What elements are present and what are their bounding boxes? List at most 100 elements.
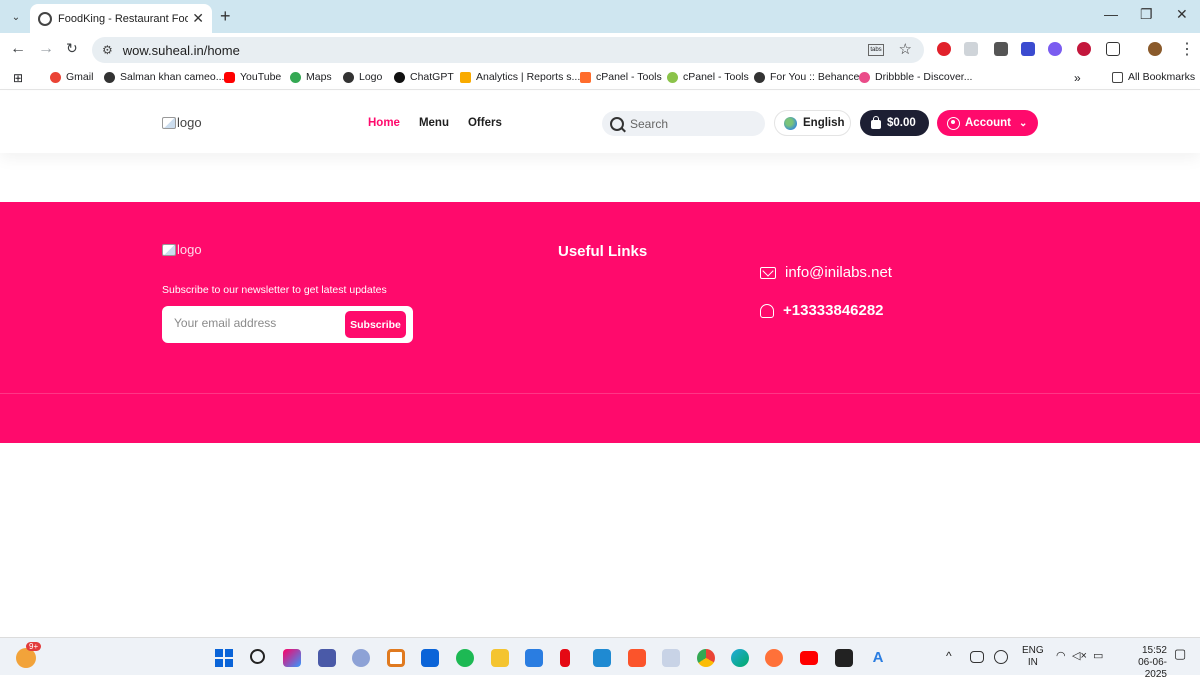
weather-icon[interactable] (16, 648, 36, 668)
footer-divider (0, 393, 1200, 394)
all-bookmarks-button[interactable]: All Bookmarks (1112, 71, 1195, 83)
browser-tab-strip: ⌄ FoodKing - Restaurant Food Or ✕ + — ❐ … (0, 0, 1200, 33)
cart-button[interactable]: $0.00 (860, 110, 929, 136)
edge-icon[interactable] (731, 649, 749, 667)
bookmark-cpanel-1[interactable]: cPanel - Tools (580, 71, 662, 83)
user-icon (947, 116, 960, 130)
search-box[interactable] (602, 111, 765, 136)
bookmark-youtube[interactable]: YouTube (224, 71, 281, 83)
newsletter-text: Subscribe to our newsletter to get lates… (162, 284, 387, 296)
bookmark-dribbble[interactable]: Dribbble - Discover... (859, 71, 972, 83)
bookmark-star-icon[interactable]: ☆ (899, 40, 912, 58)
subscribe-button[interactable]: Subscribe (345, 311, 406, 338)
tab-search-button[interactable]: ⌄ (6, 7, 26, 27)
tray-chevron-up-icon[interactable]: ^ (946, 650, 952, 662)
back-icon[interactable]: ← (10, 40, 26, 58)
apps-grid-icon[interactable]: ⊞ (13, 71, 23, 85)
vscode-icon[interactable] (593, 649, 611, 667)
header-logo[interactable]: logo (162, 115, 202, 130)
spotify-icon[interactable] (456, 649, 474, 667)
youtube-icon[interactable] (800, 651, 818, 665)
browser-menu-icon[interactable]: ⋮ (1179, 39, 1195, 59)
cloud-icon[interactable] (970, 651, 984, 663)
bookmarks-overflow-icon[interactable]: » (1074, 71, 1081, 85)
netflix-icon[interactable] (560, 649, 570, 667)
close-tab-icon[interactable]: ✕ (192, 10, 204, 27)
bookmark-salman[interactable]: Salman khan cameo... (104, 71, 224, 83)
search-icon (610, 116, 624, 131)
app-icon[interactable] (525, 649, 543, 667)
start-windows-icon[interactable] (215, 649, 233, 667)
restore-icon[interactable]: ❐ (1140, 6, 1153, 23)
profile-avatar[interactable] (1148, 42, 1162, 56)
chrome-icon[interactable] (697, 649, 715, 667)
extension-icon[interactable] (1048, 42, 1062, 56)
brave-icon[interactable] (628, 649, 646, 667)
nav-offers[interactable]: Offers (468, 117, 502, 129)
chevron-down-icon: ⌄ (1019, 117, 1028, 129)
globe-icon (784, 116, 797, 130)
contact-phone[interactable]: +13333846282 (760, 302, 884, 319)
app-icon[interactable] (835, 649, 853, 667)
search-input[interactable] (630, 116, 750, 131)
bookmark-cpanel-2[interactable]: cPanel - Tools (667, 71, 749, 83)
account-button[interactable]: Account ⌄ (937, 110, 1038, 136)
minimize-icon[interactable]: — (1104, 6, 1118, 22)
address-bar[interactable]: ⚙ wow.suheal.in/home tabs ☆ (92, 37, 924, 63)
extension-icon[interactable] (994, 42, 1008, 56)
bookmarks-bar: ⊞ Gmail Salman khan cameo... YouTube Map… (0, 66, 1200, 90)
notepad-icon[interactable] (662, 649, 680, 667)
language-label: English (803, 117, 845, 129)
outlook-icon[interactable] (421, 649, 439, 667)
site-info-icon[interactable]: ⚙ (102, 43, 113, 57)
close-window-icon[interactable]: ✕ (1176, 6, 1188, 23)
search-icon[interactable] (250, 649, 265, 664)
browser-tab-active[interactable]: FoodKing - Restaurant Food Or ✕ (30, 4, 212, 33)
battery-icon[interactable]: ▭ (1093, 650, 1103, 662)
app-store-icon[interactable]: A (869, 649, 887, 667)
bookmark-gmail[interactable]: Gmail (50, 71, 93, 83)
language-button[interactable]: English (774, 110, 851, 136)
tab-favicon-icon (38, 11, 52, 26)
file-explorer-icon[interactable] (491, 649, 509, 667)
sync-icon[interactable] (994, 650, 1008, 664)
notifications-icon[interactable]: ▢ (1174, 647, 1186, 660)
translate-icon[interactable]: tabs (868, 44, 884, 56)
copilot-icon[interactable] (283, 649, 301, 667)
new-tab-button[interactable]: + (220, 6, 231, 27)
language-indicator[interactable]: ENG IN (1022, 645, 1044, 669)
bookmark-analytics[interactable]: Analytics | Reports s... (460, 71, 580, 83)
firefox-icon[interactable] (765, 649, 783, 667)
clock[interactable]: 15:52 06-06-2025 (1117, 645, 1167, 681)
bookmark-logo[interactable]: Logo (343, 71, 382, 83)
cpanel-icon (580, 71, 591, 83)
mail-icon (760, 266, 776, 279)
contact-email[interactable]: info@inilabs.net (760, 264, 892, 281)
subscribe-form: Subscribe (162, 306, 413, 343)
app-icon[interactable] (387, 649, 405, 667)
broken-image-icon (162, 243, 176, 256)
nav-home[interactable]: Home (368, 117, 400, 129)
bookmark-maps[interactable]: Maps (290, 71, 332, 83)
footer-logo[interactable]: logo (162, 242, 202, 257)
reload-icon[interactable]: ↻ (66, 40, 78, 57)
site-footer: logo Subscribe to our newsletter to get … (0, 202, 1200, 443)
globe-icon (343, 71, 354, 83)
main-nav: Home Menu Offers (368, 117, 502, 129)
tab-title: FoodKing - Restaurant Food Or (58, 12, 189, 25)
extensions-puzzle-icon[interactable] (1106, 42, 1120, 56)
shield-extension-icon[interactable] (1077, 42, 1091, 56)
dribbble-icon (859, 71, 870, 83)
email-input[interactable] (174, 316, 344, 330)
volume-muted-icon[interactable]: ◁× (1072, 650, 1087, 662)
r-app-icon[interactable] (352, 649, 370, 667)
extension-icon[interactable] (1021, 42, 1035, 56)
bookmark-behance[interactable]: For You :: Behance (754, 71, 859, 83)
opera-extension-icon[interactable] (937, 42, 951, 56)
extension-icon[interactable] (964, 42, 978, 56)
app-icon[interactable] (318, 649, 336, 667)
nav-menu[interactable]: Menu (419, 117, 449, 129)
forward-icon[interactable]: → (38, 40, 54, 58)
wifi-icon[interactable]: ◠ (1056, 650, 1066, 662)
bookmark-chatgpt[interactable]: ChatGPT (394, 71, 454, 83)
